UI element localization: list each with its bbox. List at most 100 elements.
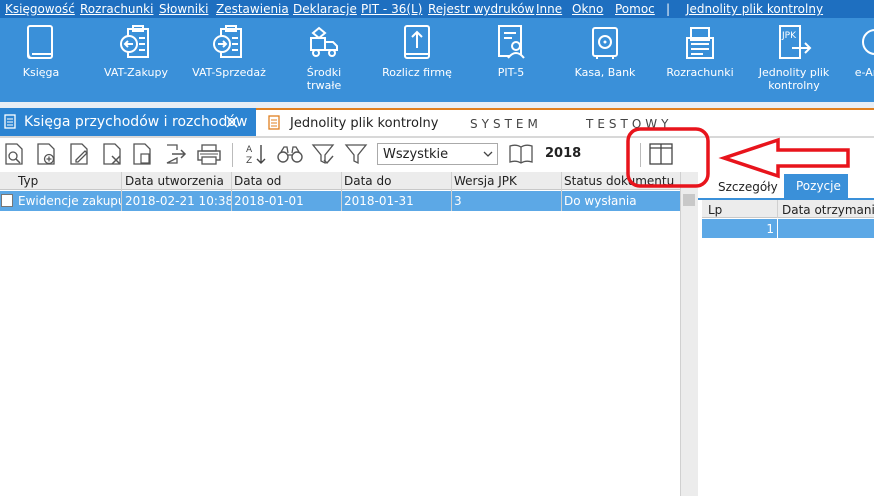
menu-pit36[interactable]: PIT - 36(L) — [361, 2, 422, 16]
ribbon-label: e-Ar — [854, 66, 874, 79]
menu-bar: Księgowość Rozrachunki Słowniki Zestawie… — [0, 0, 874, 18]
clipboard-in-icon — [120, 25, 149, 58]
watermark-testowy: TESTOWY — [586, 117, 673, 131]
ribbon-label: Środki trwałe — [306, 66, 342, 92]
filter-select[interactable]: Wszystkie — [377, 143, 498, 165]
cell-status: Do wysłania — [564, 194, 637, 208]
ribbon-button-rozlicz-firme[interactable]: Rozlicz firmę — [380, 24, 454, 102]
menu-zestawienia[interactable]: Zestawienia — [216, 2, 289, 16]
copy-document-icon[interactable] — [130, 142, 154, 166]
column-divider — [451, 172, 452, 211]
column-header-lp[interactable]: Lp — [708, 203, 722, 217]
column-divider — [341, 172, 342, 211]
ribbon-button-rozrachunki[interactable]: Rozrachunki — [664, 24, 736, 102]
row-checkbox[interactable] — [1, 194, 13, 207]
ribbon: Księga VAT-Zakupy VAT-Sprzedaż Środki tr… — [0, 18, 874, 102]
column-divider — [561, 172, 562, 211]
tab-pozycje[interactable]: Pozycje — [784, 174, 848, 198]
menu-rozrachunki[interactable]: Rozrachunki — [80, 2, 153, 16]
toolbar-separator — [640, 143, 641, 167]
ribbon-label: Jednolity plik kontrolny — [758, 66, 830, 92]
column-divider — [231, 172, 232, 211]
details-panel: Szczegóły Pozycje Lp Data otrzymania U 1 — [698, 172, 874, 496]
menu-pomoc[interactable]: Pomoc — [615, 2, 655, 16]
toolbar: AZ Wszystkie 2018 — [0, 138, 874, 172]
tab-szczegoly[interactable]: Szczegóły — [710, 176, 786, 198]
settle-book-icon — [404, 25, 430, 59]
cell-wersja-jpk: 3 — [454, 194, 462, 208]
tab-jpk[interactable]: Jednolity plik kontrolny SYSTEM TESTOWY — [256, 108, 874, 136]
safe-icon — [592, 27, 618, 59]
close-icon[interactable] — [226, 116, 238, 128]
column-divider — [777, 200, 778, 218]
cell-data-otrzymania — [777, 219, 874, 238]
svg-text:Z: Z — [246, 156, 252, 166]
scrollbar-thumb[interactable] — [683, 194, 695, 206]
split-view-icon[interactable] — [648, 142, 674, 166]
grid-header: Typ Data utworzenia Data od Data do Wers… — [0, 172, 694, 190]
ribbon-button-srodki-trwale[interactable]: Środki trwałe — [295, 24, 353, 102]
tab-label: Księga przychodów i rozchodów — [24, 114, 248, 130]
svg-text:A: A — [246, 145, 253, 155]
ribbon-button-kasa-bank[interactable]: Kasa, Bank — [570, 24, 640, 102]
ribbon-label: VAT-Zakupy — [104, 66, 168, 79]
print-icon[interactable] — [196, 142, 222, 166]
calendar-book-icon[interactable] — [508, 142, 534, 166]
register-icon — [686, 27, 714, 59]
clipboard-out-icon — [213, 25, 242, 58]
filter-select-value: Wszystkie — [383, 147, 449, 162]
book-icon — [27, 25, 53, 59]
ribbon-button-jpk[interactable]: JPK Jednolity plik kontrolny — [752, 24, 836, 102]
delete-document-icon[interactable] — [100, 142, 124, 166]
document-icon — [268, 115, 280, 130]
filter-check-icon[interactable] — [311, 142, 335, 166]
binoculars-icon[interactable] — [276, 142, 304, 166]
export-icon[interactable] — [163, 142, 187, 166]
cell-lp: 1 — [766, 222, 774, 236]
menu-rejestr-wydrukow[interactable]: Rejestr wydruków — [428, 2, 534, 16]
edit-document-icon[interactable] — [67, 142, 91, 166]
toolbar-separator — [232, 143, 233, 167]
chevron-down-icon — [483, 151, 493, 157]
column-header-status[interactable]: Status dokumentu — [564, 174, 674, 188]
ribbon-button-ksiega[interactable]: Księga — [14, 24, 68, 102]
column-header-data-otrzymania[interactable]: Data otrzymania U — [782, 203, 874, 217]
ribbon-label: VAT-Sprzedaż — [192, 66, 266, 79]
tab-ksiega[interactable]: Księga przychodów i rozchodów — [0, 108, 256, 136]
menu-okno[interactable]: Okno — [572, 2, 603, 16]
column-header-typ[interactable]: Typ — [18, 174, 38, 188]
ribbon-label: Księga — [22, 66, 60, 79]
tab-label: Szczegóły — [718, 180, 778, 194]
menu-slowniki[interactable]: Słowniki — [159, 2, 208, 16]
menu-inne[interactable]: Inne — [536, 2, 562, 16]
column-header-data-utworzenia[interactable]: Data utworzenia — [125, 174, 224, 188]
jpk-icon: JPK — [779, 25, 812, 59]
menu-deklaracje[interactable]: Deklaracje — [293, 2, 357, 16]
add-document-icon[interactable] — [34, 142, 58, 166]
details-grid-header: Lp Data otrzymania U — [702, 200, 874, 218]
table-row[interactable]: Ewidencje zakupu 2018-02-21 10:38:3 2018… — [0, 191, 680, 211]
document-icon — [4, 114, 16, 129]
table-row[interactable]: 1 — [702, 219, 874, 238]
vertical-scrollbar[interactable] — [680, 172, 698, 496]
year-label: 2018 — [545, 146, 582, 161]
filter-icon[interactable] — [344, 142, 368, 166]
menu-ksiegowosc[interactable]: Księgowość — [5, 2, 75, 16]
preview-icon[interactable] — [2, 142, 26, 166]
menu-jpk[interactable]: Jednolity plik kontrolny — [686, 2, 823, 16]
ribbon-button-e-archiwum[interactable]: e-Ar — [846, 24, 874, 102]
column-header-data-do[interactable]: Data do — [344, 174, 391, 188]
ribbon-button-vat-zakupy[interactable]: VAT-Zakupy — [100, 24, 172, 102]
column-header-data-od[interactable]: Data od — [234, 174, 281, 188]
ribbon-label: Rozlicz firmę — [382, 66, 452, 79]
archive-icon — [862, 29, 874, 55]
ribbon-button-pit5[interactable]: PIT-5 — [490, 24, 532, 102]
cell-data-od: 2018-01-01 — [234, 194, 304, 208]
tab-label: Pozycje — [796, 179, 841, 193]
sort-az-icon[interactable]: AZ — [244, 142, 268, 166]
watermark-system: SYSTEM — [470, 117, 542, 131]
column-header-wersja-jpk[interactable]: Wersja JPK — [454, 174, 517, 188]
ribbon-label: Rozrachunki — [666, 66, 734, 79]
ribbon-button-vat-sprzedaz[interactable]: VAT-Sprzedaż — [190, 24, 268, 102]
documents-grid: Typ Data utworzenia Data od Data do Wers… — [0, 172, 694, 496]
